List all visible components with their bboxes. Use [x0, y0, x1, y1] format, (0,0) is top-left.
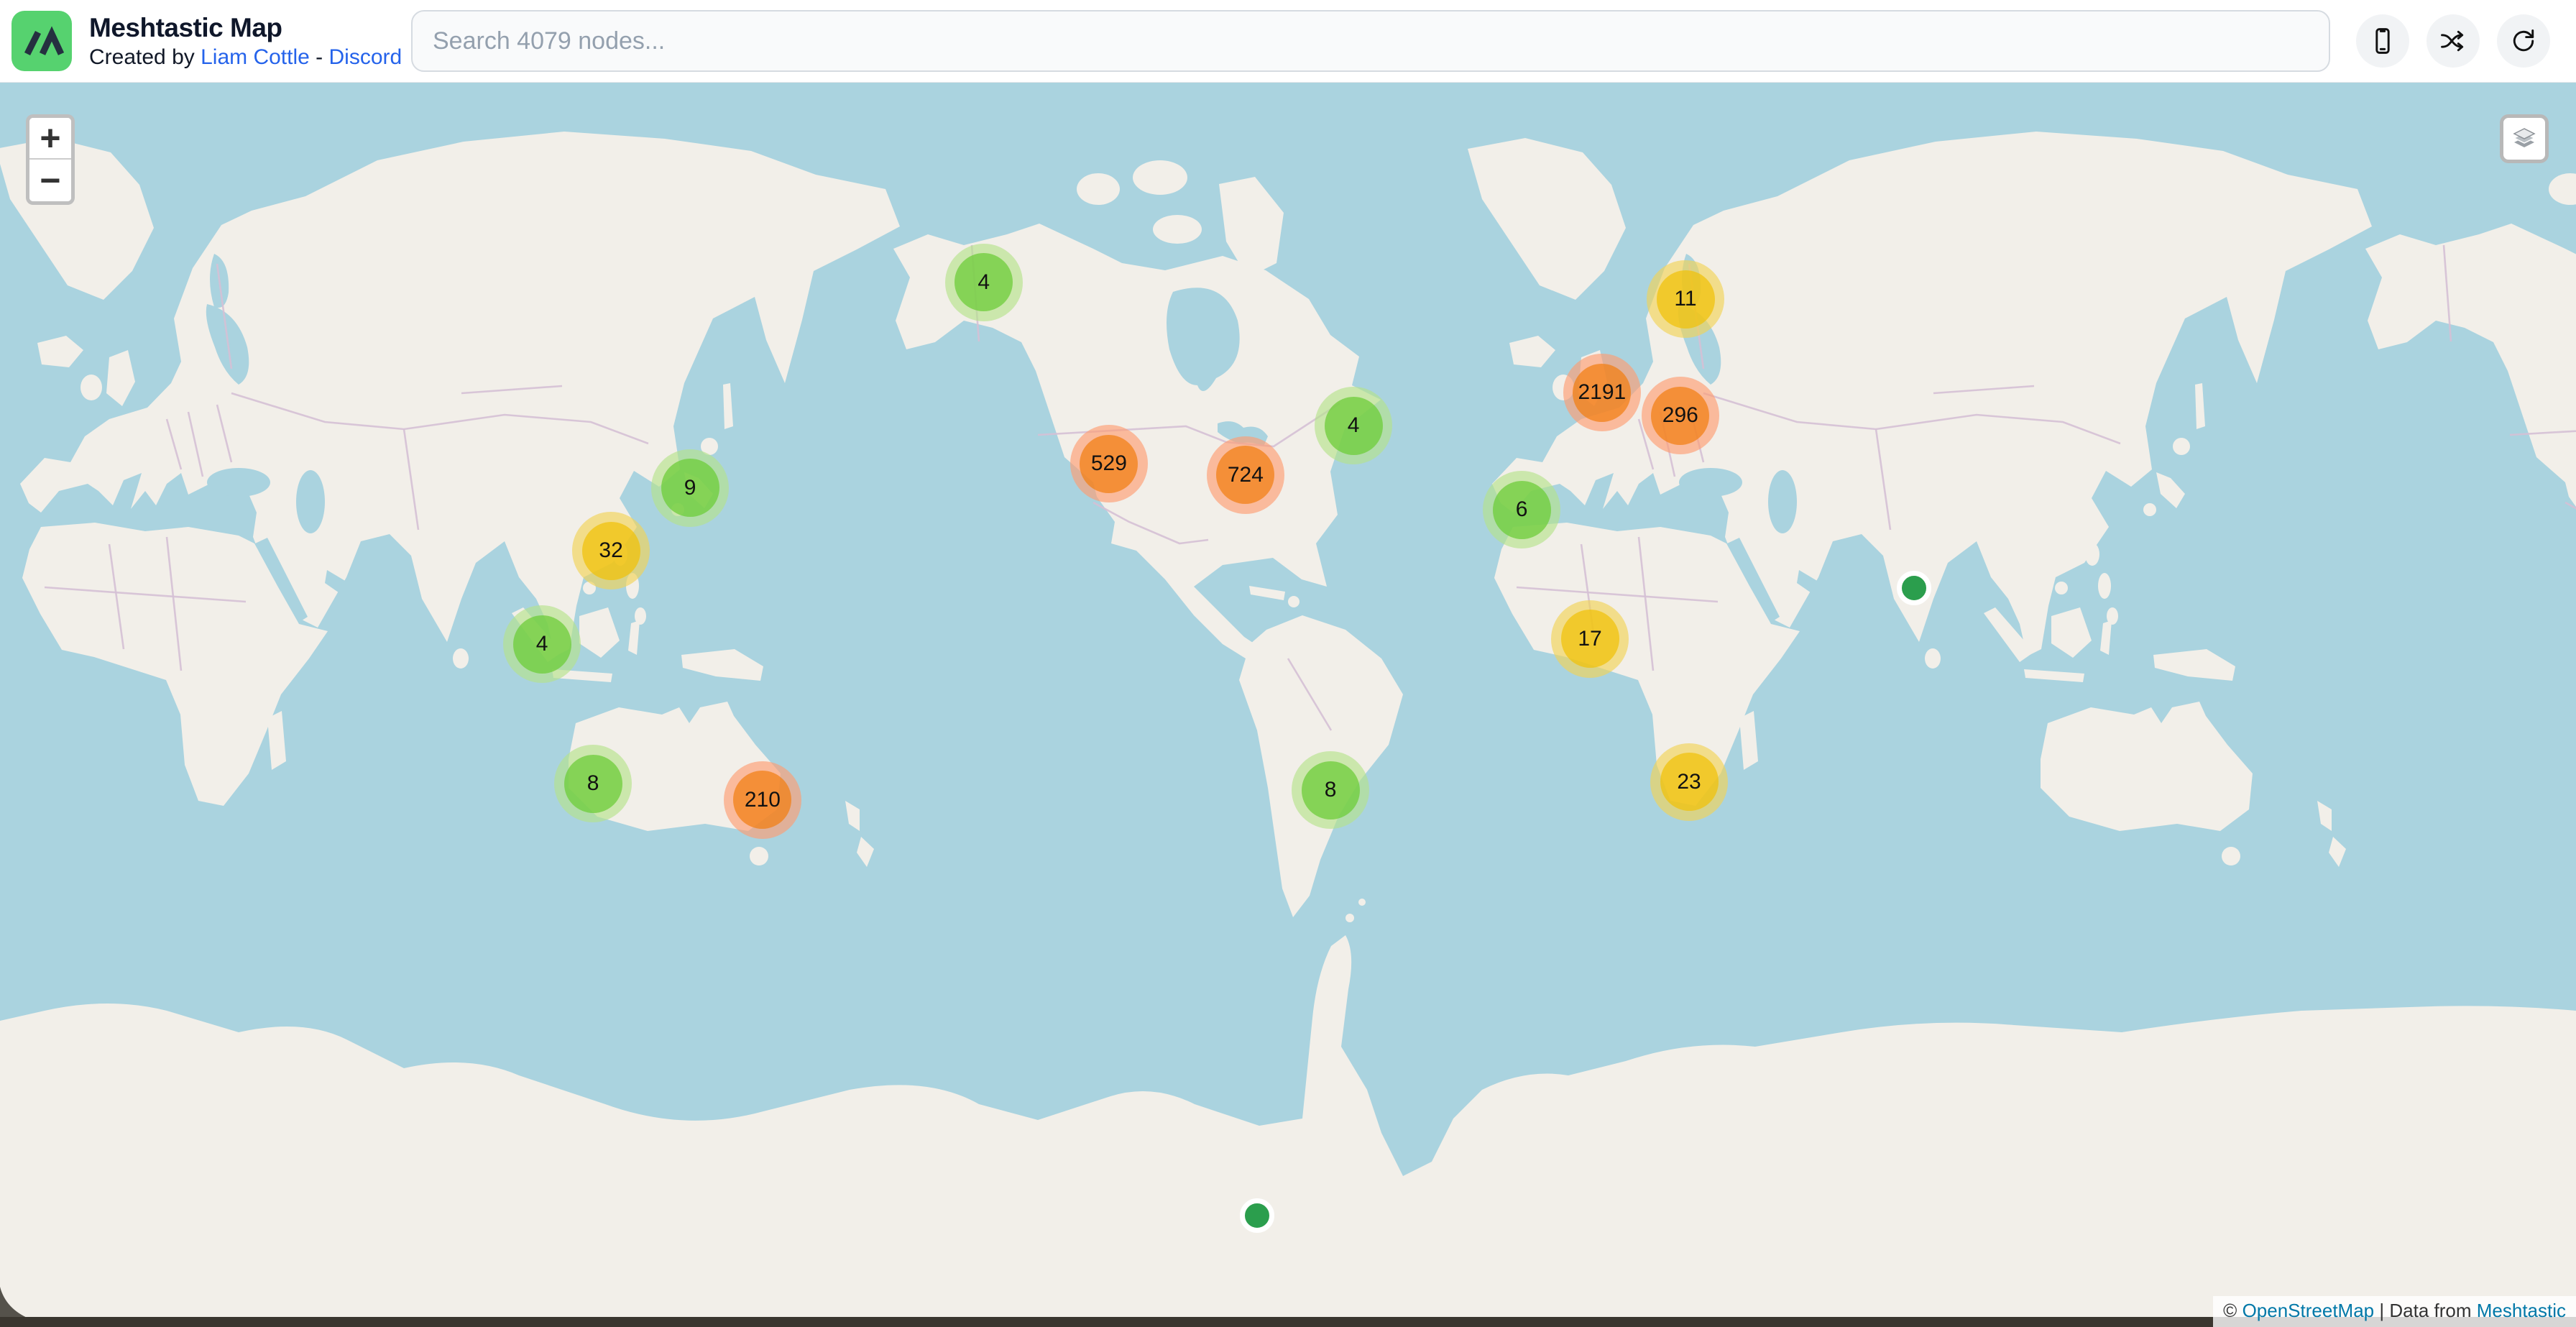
copyright-symbol: ©: [2223, 1300, 2237, 1321]
cluster-count: 210: [733, 771, 791, 829]
osm-link[interactable]: OpenStreetMap: [2242, 1300, 2375, 1321]
page-title: Meshtastic Map: [89, 12, 398, 44]
cluster-count: 4: [513, 615, 571, 674]
layers-control[interactable]: [2500, 114, 2549, 163]
layers-icon: [2508, 123, 2540, 155]
mobile-device-icon: [2368, 27, 2397, 55]
meshtastic-logo-icon: [12, 11, 72, 71]
node-marker[interactable]: [1240, 1198, 1274, 1233]
cluster-count: 2191: [1573, 364, 1631, 422]
cluster-count: 11: [1657, 270, 1715, 329]
zoom-control: + −: [26, 114, 75, 205]
cluster-marker[interactable]: 4: [1315, 387, 1392, 464]
refresh-icon: [2509, 27, 2538, 55]
cluster-marker[interactable]: 724: [1207, 436, 1284, 514]
shuffle-button[interactable]: [2426, 14, 2480, 68]
cluster-marker[interactable]: 296: [1642, 377, 1719, 454]
author-link[interactable]: Liam Cottle: [201, 45, 310, 69]
cluster-count: 6: [1493, 481, 1551, 539]
cluster-marker[interactable]: 529: [1070, 425, 1148, 502]
created-by-label: Created by: [89, 45, 195, 69]
attribution-middle: | Data from: [2379, 1300, 2471, 1321]
node-marker[interactable]: [1897, 571, 1931, 605]
cluster-count: 23: [1660, 753, 1719, 811]
cluster-marker[interactable]: 23: [1650, 743, 1728, 821]
cluster-marker[interactable]: 9: [651, 449, 729, 527]
mobile-app-button[interactable]: [2356, 14, 2409, 68]
cluster-marker[interactable]: 8: [1292, 751, 1369, 829]
discord-link[interactable]: Discord: [329, 45, 402, 69]
cluster-marker[interactable]: 4: [503, 605, 581, 683]
cluster-count: 4: [1325, 397, 1383, 455]
header-buttons: [2339, 14, 2550, 68]
markers-layer: 4 11 2191 296 4 529 724 9 6 32 17 4 8 210 8 23: [0, 83, 2576, 1327]
zoom-out-button[interactable]: −: [29, 160, 71, 201]
cluster-count: 529: [1080, 435, 1138, 493]
cluster-count: 296: [1651, 387, 1709, 445]
attribution: © OpenStreetMap | Data from Meshtastic: [2213, 1296, 2576, 1327]
cluster-marker[interactable]: 8: [554, 745, 632, 822]
cluster-count: 4: [954, 253, 1013, 311]
cluster-marker[interactable]: 17: [1551, 600, 1629, 678]
cluster-count: 17: [1561, 610, 1619, 668]
subtitle: Created by Liam Cottle - Discord: [89, 45, 398, 70]
refresh-button[interactable]: [2497, 14, 2550, 68]
cluster-count: 8: [1302, 761, 1360, 819]
map-canvas[interactable]: 4 11 2191 296 4 529 724 9 6 32 17 4 8 210 8 23 + − © Op…: [0, 83, 2576, 1327]
meshtastic-link[interactable]: Meshtastic: [2477, 1300, 2566, 1321]
shuffle-icon: [2439, 27, 2467, 55]
cluster-marker[interactable]: 2191: [1563, 354, 1641, 431]
cluster-marker[interactable]: 4: [945, 244, 1023, 321]
cluster-count: 724: [1216, 446, 1274, 504]
cluster-count: 32: [582, 522, 640, 580]
zoom-in-button[interactable]: +: [29, 118, 71, 160]
title-block: Meshtastic Map Created by Liam Cottle - …: [89, 12, 398, 70]
cluster-marker[interactable]: 32: [572, 512, 650, 589]
subtitle-separator: -: [316, 45, 323, 69]
cluster-count: 8: [564, 755, 622, 813]
cluster-count: 9: [661, 459, 719, 517]
cluster-marker[interactable]: 210: [724, 761, 801, 839]
cluster-marker[interactable]: 11: [1647, 260, 1724, 338]
cluster-marker[interactable]: 6: [1483, 471, 1560, 548]
top-bar: Meshtastic Map Created by Liam Cottle - …: [0, 0, 2576, 83]
search-input[interactable]: [411, 10, 2330, 72]
